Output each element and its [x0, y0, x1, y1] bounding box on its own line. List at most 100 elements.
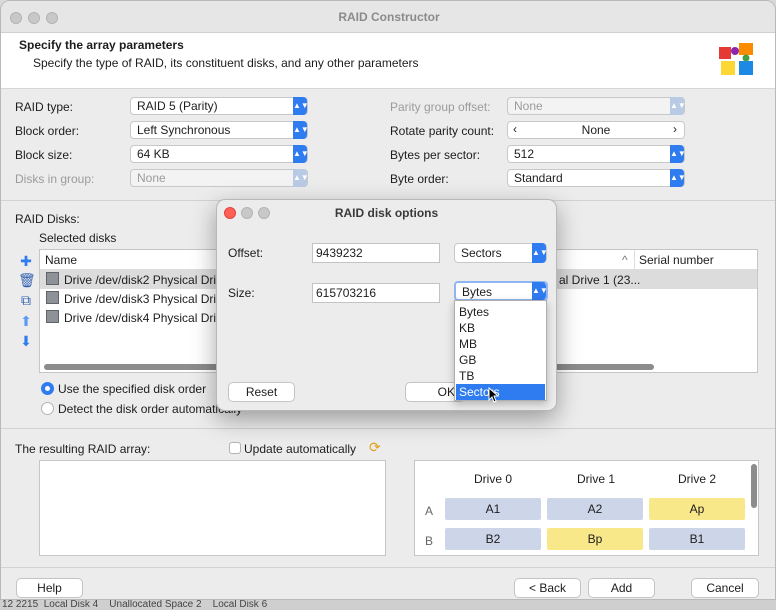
block-size-label: Block size:	[15, 148, 73, 162]
chevron-left-icon[interactable]: ‹	[513, 122, 517, 136]
disk-name: Drive /dev/disk2 Physical Drive	[64, 273, 229, 287]
reset-button[interactable]: Reset	[228, 382, 295, 402]
bytes-per-sector-select[interactable]: 512 ▲▼	[507, 145, 686, 163]
size-input[interactable]: 615703216	[312, 283, 440, 303]
drive-0-header: Drive 0	[474, 472, 513, 486]
chevron-updown-icon: ▲▼	[532, 243, 548, 263]
grid-cell: B2	[445, 528, 541, 550]
rotate-parity-count-value: None	[581, 123, 611, 137]
title-bar[interactable]: RAID Constructor	[1, 1, 775, 33]
disk-name: Drive /dev/disk3 Physical Drive	[64, 292, 229, 306]
disk-properties-icon[interactable]: ⧉	[18, 292, 34, 308]
help-button[interactable]: Help	[16, 578, 83, 598]
disk-name-overflow: al Drive 1 (23...	[559, 273, 641, 287]
rotate-parity-count-label: Rotate parity count:	[390, 124, 495, 138]
resulting-raid-box	[39, 460, 386, 556]
cancel-button[interactable]: Cancel	[691, 578, 759, 598]
chevron-updown-icon: ▲▼	[670, 169, 686, 187]
update-automatically-label: Update automatically	[244, 442, 357, 456]
block-order-label: Block order:	[15, 124, 80, 138]
disks-in-group-label: Disks in group:	[15, 172, 95, 186]
column-divider	[634, 250, 635, 270]
chevron-updown-icon: ▲▼	[293, 145, 309, 163]
option-bytes[interactable]: Bytes	[456, 304, 545, 320]
column-name[interactable]: Name	[45, 253, 77, 267]
drive-1-header: Drive 1	[577, 472, 616, 486]
grid-cell: A2	[547, 498, 643, 520]
puzzle-icon	[719, 43, 753, 75]
chevron-updown-icon: ▲▼	[293, 97, 309, 115]
grid-cell: B1	[649, 528, 745, 550]
chevron-updown-icon: ▲▼	[532, 282, 548, 300]
hard-drive-icon	[46, 272, 59, 285]
byte-order-value: Standard	[514, 171, 563, 185]
mouse-cursor-icon	[488, 387, 500, 403]
column-serial-number[interactable]: Serial number	[639, 253, 714, 267]
size-unit-select[interactable]: Bytes ▲▼	[454, 281, 548, 301]
disks-in-group-value: None	[137, 171, 166, 185]
block-size-select[interactable]: 64 KB ▲▼	[130, 145, 309, 163]
drive-2-header: Drive 2	[678, 472, 717, 486]
offset-input[interactable]: 9439232	[312, 243, 440, 263]
row-label: B	[425, 534, 434, 548]
chevron-updown-icon: ▲▼	[293, 121, 309, 139]
sort-chevron-icon: ^	[622, 253, 628, 267]
trash-icon[interactable]: 🗑	[18, 272, 36, 288]
add-button[interactable]: Add	[588, 578, 655, 598]
size-unit-value: Bytes	[462, 285, 493, 299]
chevron-updown-icon: ▲▼	[670, 145, 686, 163]
raid-disks-label: RAID Disks:	[15, 212, 80, 226]
arrow-up-icon[interactable]: ⬆	[18, 313, 34, 329]
option-kb[interactable]: KB	[456, 320, 545, 336]
header-subtitle: Specify the type of RAID, its constituen…	[33, 56, 419, 70]
detect-order-radio[interactable]	[41, 402, 54, 415]
add-disk-icon[interactable]: ✚	[18, 253, 34, 269]
chevron-right-icon[interactable]: ›	[673, 122, 677, 136]
grid-cell-parity: Ap	[649, 498, 745, 520]
header-panel: Specify the array parameters Specify the…	[1, 33, 775, 89]
option-mb[interactable]: MB	[456, 336, 545, 352]
offset-unit-select[interactable]: Sectors ▲▼	[454, 243, 548, 263]
update-automatically-checkbox[interactable]	[229, 442, 241, 454]
chevron-updown-icon: ▲▼	[293, 169, 309, 187]
use-specified-order-radio[interactable]	[41, 382, 54, 395]
disks-in-group-select: None ▲▼	[130, 169, 309, 187]
window-title: RAID Constructor	[338, 10, 440, 24]
vertical-scrollbar[interactable]	[751, 464, 757, 508]
block-size-value: 64 KB	[137, 147, 170, 161]
refresh-icon[interactable]: ⟳	[369, 439, 381, 456]
byte-order-select[interactable]: Standard ▲▼	[507, 169, 686, 187]
offset-unit-value: Sectors	[461, 246, 502, 260]
hard-drive-icon	[46, 291, 59, 304]
option-gb[interactable]: GB	[456, 352, 545, 368]
row-label: A	[425, 504, 434, 518]
selected-disks-label: Selected disks	[39, 231, 117, 245]
resulting-raid-label: The resulting RAID array:	[15, 442, 151, 456]
back-button[interactable]: < Back	[514, 578, 581, 598]
detect-order-label: Detect the disk order automatically	[58, 402, 243, 416]
parity-group-offset-value: None	[514, 99, 543, 113]
option-sectors[interactable]: Sectors	[456, 384, 545, 400]
block-order-select[interactable]: Left Synchronous ▲▼	[130, 121, 309, 139]
hard-drive-icon	[46, 310, 59, 323]
option-tb[interactable]: TB	[456, 368, 545, 384]
divider	[1, 428, 775, 429]
grid-cell-parity: Bp	[547, 528, 643, 550]
parity-group-offset-select: None ▲▼	[507, 97, 686, 115]
header-title: Specify the array parameters	[19, 38, 184, 52]
arrow-down-icon[interactable]: ⬇	[18, 333, 34, 349]
disk-name: Drive /dev/disk4 Physical Drive	[64, 311, 229, 325]
raid-type-label: RAID type:	[15, 100, 74, 114]
parity-group-offset-label: Parity group offset:	[390, 100, 491, 114]
dialog-title: RAID disk options	[334, 206, 439, 220]
raid-type-select[interactable]: RAID 5 (Parity) ▲▼	[130, 97, 309, 115]
offset-label: Offset:	[228, 246, 264, 260]
byte-order-label: Byte order:	[390, 172, 449, 186]
block-order-value: Left Synchronous	[137, 123, 231, 137]
grid-cell: A1	[445, 498, 541, 520]
background-window-strip: 12 2215 Local Disk 4 Unallocated Space 2…	[0, 600, 776, 610]
divider	[1, 567, 775, 568]
rotate-parity-count-stepper[interactable]: ‹ None ›	[507, 121, 685, 139]
raid-layout-grid: Drive 0 Drive 1 Drive 2 A B A1 A2 Ap B2 …	[414, 460, 759, 556]
size-unit-dropdown[interactable]: Bytes KB MB GB TB Sectors	[454, 300, 547, 401]
